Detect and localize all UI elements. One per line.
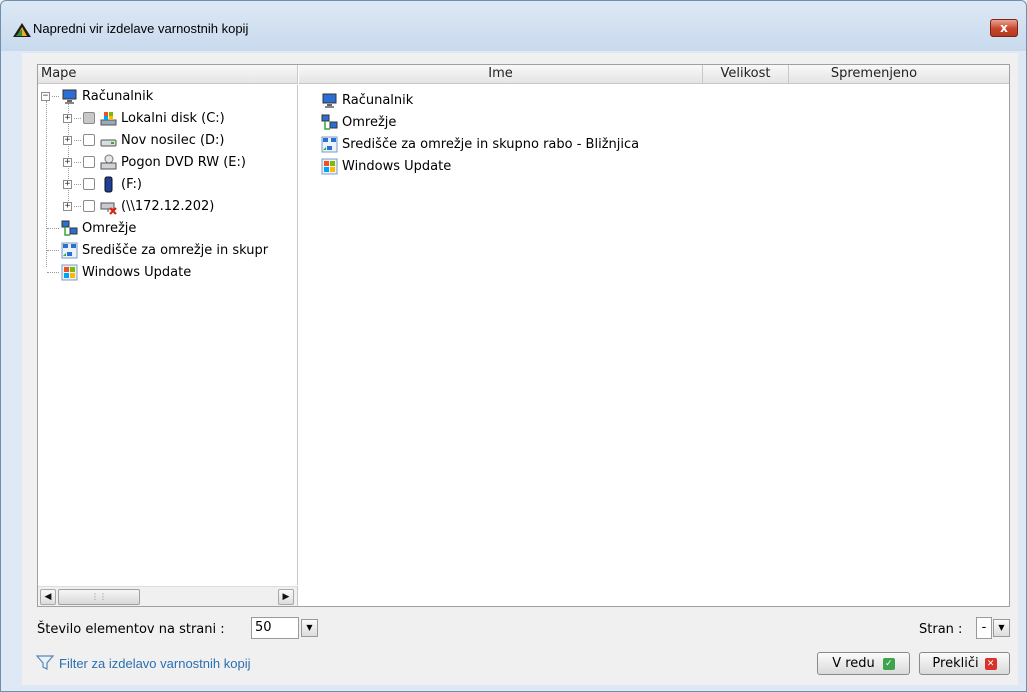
close-button[interactable]: x bbox=[990, 19, 1018, 37]
tree-item-new-volume[interactable]: + Nov nosilec (D:) bbox=[63, 129, 225, 151]
computer-icon bbox=[61, 88, 78, 105]
network-icon bbox=[321, 114, 338, 131]
cancel-button[interactable]: Prekliči ✕ bbox=[919, 652, 1010, 675]
checkbox[interactable] bbox=[83, 134, 95, 146]
collapse-icon[interactable]: − bbox=[41, 91, 50, 101]
window-title: Napredni vir izdelave varnostnih kopij bbox=[33, 21, 249, 36]
ok-button[interactable]: V redu ✓ bbox=[817, 652, 910, 675]
tree-item-windows-update[interactable]: Windows Update bbox=[47, 261, 191, 283]
chevron-down-icon[interactable]: ▼ bbox=[993, 619, 1010, 637]
tree-item-network-share[interactable]: + (\\172.12.202) bbox=[63, 195, 214, 217]
cancel-label: Prekliči bbox=[932, 656, 979, 671]
page-select[interactable]: - bbox=[976, 617, 992, 639]
close-icon: ✕ bbox=[984, 657, 997, 670]
items-per-page-label: Število elementov na strani : bbox=[37, 622, 225, 637]
windows-update-icon bbox=[321, 158, 338, 175]
expand-icon[interactable]: + bbox=[63, 179, 72, 189]
checkbox[interactable] bbox=[83, 156, 95, 168]
column-header-size[interactable]: Velikost bbox=[703, 65, 789, 84]
ok-label: V redu bbox=[832, 656, 875, 671]
computer-icon bbox=[321, 92, 338, 109]
chevron-down-icon[interactable]: ▼ bbox=[301, 619, 318, 637]
expand-icon[interactable]: + bbox=[63, 201, 72, 211]
expand-icon[interactable]: + bbox=[63, 157, 72, 167]
horizontal-scrollbar[interactable]: ◀ ⋮⋮ ▶ bbox=[38, 586, 298, 606]
items-per-page-select[interactable]: 50 bbox=[251, 617, 299, 639]
tree-item-local-disk[interactable]: + Lokalni disk (C:) bbox=[63, 107, 225, 129]
drive-icon bbox=[100, 132, 117, 149]
usb-drive-icon bbox=[100, 176, 117, 193]
expand-icon[interactable]: + bbox=[63, 135, 72, 145]
scrollbar-thumb[interactable]: ⋮⋮ bbox=[58, 589, 140, 605]
scroll-left-icon[interactable]: ◀ bbox=[40, 589, 56, 605]
list-header: Ime Velikost Spremenjeno bbox=[299, 65, 1009, 84]
network-icon bbox=[61, 220, 78, 237]
dialog-window: Napredni vir izdelave varnostnih kopij x… bbox=[0, 0, 1027, 692]
app-logo-icon bbox=[13, 23, 31, 37]
list-item[interactable]: Omrežje bbox=[321, 111, 396, 133]
tree-item-dvd-drive[interactable]: + Pogon DVD RW (E:) bbox=[63, 151, 246, 173]
browser-panel: Mape − Računalnik + Lokalni disk (C:) + … bbox=[37, 64, 1010, 607]
list-item[interactable]: Računalnik bbox=[321, 89, 413, 111]
network-center-icon bbox=[61, 242, 78, 259]
disconnected-network-drive-icon bbox=[100, 198, 117, 215]
checkbox[interactable] bbox=[83, 200, 95, 212]
tree-item-usb-drive[interactable]: + (F:) bbox=[63, 173, 142, 195]
dvd-drive-icon bbox=[100, 154, 117, 171]
check-icon: ✓ bbox=[882, 657, 895, 670]
tree-item-computer[interactable]: − Računalnik bbox=[41, 85, 153, 107]
dialog-body: Mape − Računalnik + Lokalni disk (C:) + … bbox=[22, 53, 1018, 685]
column-header-name[interactable]: Ime bbox=[299, 65, 703, 84]
tree-header[interactable]: Mape bbox=[38, 65, 298, 84]
title-bar: Napredni vir izdelave varnostnih kopij x bbox=[1, 1, 1026, 51]
list-item[interactable]: Windows Update bbox=[321, 155, 451, 177]
filter-icon[interactable] bbox=[36, 653, 54, 671]
page-label: Stran : bbox=[919, 622, 963, 637]
expand-icon[interactable]: + bbox=[63, 113, 72, 123]
list-item[interactable]: Središče za omrežje in skupno rabo - Bli… bbox=[321, 133, 639, 155]
folder-tree: − Računalnik + Lokalni disk (C:) + Nov n… bbox=[38, 85, 298, 585]
network-center-icon bbox=[321, 136, 338, 153]
system-drive-icon bbox=[100, 110, 117, 127]
column-header-modified[interactable]: Spremenjeno bbox=[789, 65, 959, 84]
windows-update-icon bbox=[61, 264, 78, 281]
checkbox[interactable] bbox=[83, 178, 95, 190]
tree-item-network-center[interactable]: Središče za omrežje in skupr bbox=[47, 239, 268, 261]
tree-item-network[interactable]: Omrežje bbox=[47, 217, 136, 239]
backup-filter-link[interactable]: Filter za izdelavo varnostnih kopij bbox=[59, 656, 250, 671]
scroll-right-icon[interactable]: ▶ bbox=[278, 589, 294, 605]
checkbox[interactable] bbox=[83, 112, 95, 124]
